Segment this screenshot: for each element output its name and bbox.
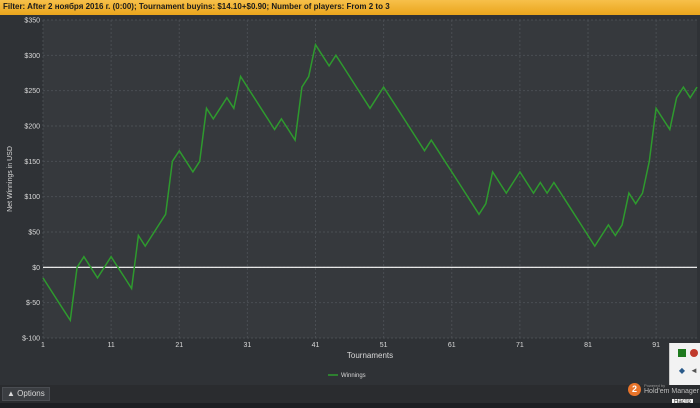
legend: Winnings <box>328 373 366 379</box>
taskbar <box>0 403 700 408</box>
x-tick-label: 41 <box>312 342 320 349</box>
filter-bar[interactable]: Filter: After 2 ноября 2016 г. (0:00); T… <box>0 0 700 16</box>
filter-text: Filter: After 2 ноября 2016 г. (0:00); T… <box>3 2 390 11</box>
brand-logo: 2 Powered by Hold'em Manager <box>628 383 699 399</box>
brand-badge: 2 <box>628 383 641 396</box>
x-tick-label: 11 <box>107 342 114 349</box>
speaker-icon[interactable]: ◄ <box>690 367 698 375</box>
x-axis-ticks: 1 11 21 31 41 51 61 71 81 91 <box>41 342 660 349</box>
tray-popup[interactable]: ◆ ◄ <box>669 343 700 385</box>
options-label: Options <box>17 389 45 398</box>
y-tick-label: $300 <box>24 53 40 60</box>
y-tick-label: $100 <box>24 194 40 201</box>
chart-svg: $-100 $-50 $0 $50 $100 $150 $200 $250 $300 $350 1… <box>7 18 698 379</box>
options-button[interactable]: ▲ Options <box>2 387 50 401</box>
x-tick-label: 1 <box>41 342 45 349</box>
green-square-icon[interactable] <box>678 349 686 357</box>
y-tick-label: $150 <box>24 159 40 166</box>
legend-label: Winnings <box>341 373 366 379</box>
chevron-up-icon: ▲ <box>7 389 15 398</box>
x-tick-label: 91 <box>652 342 660 349</box>
shield-icon[interactable]: ◆ <box>678 367 686 375</box>
y-tick-label: $-100 <box>22 336 40 343</box>
plot-area <box>43 20 697 338</box>
x-tick-label: 81 <box>584 342 592 349</box>
x-tick-label: 51 <box>380 342 388 349</box>
winnings-chart: $-100 $-50 $0 $50 $100 $150 $200 $250 $300 $350 1… <box>0 15 700 385</box>
y-tick-label: $350 <box>24 18 40 25</box>
y-axis-ticks: $-100 $-50 $0 $50 $100 $150 $200 $250 $300 $350 <box>22 18 40 343</box>
x-tick-label: 61 <box>448 342 456 349</box>
y-tick-label: $200 <box>24 124 40 131</box>
y-axis-label: Net Winnings in USD <box>7 146 14 212</box>
x-tick-label: 21 <box>175 342 183 349</box>
y-tick-label: $-50 <box>26 300 40 307</box>
brand-name: Hold'em Manager <box>644 388 700 395</box>
x-axis-label: Tournaments <box>347 351 393 360</box>
y-tick-label: $250 <box>24 88 40 95</box>
x-tick-label: 31 <box>243 342 251 349</box>
x-tick-label: 71 <box>516 342 524 349</box>
circle-icon[interactable] <box>690 349 698 357</box>
y-tick-label: $0 <box>32 265 40 272</box>
y-tick-label: $50 <box>28 230 40 237</box>
